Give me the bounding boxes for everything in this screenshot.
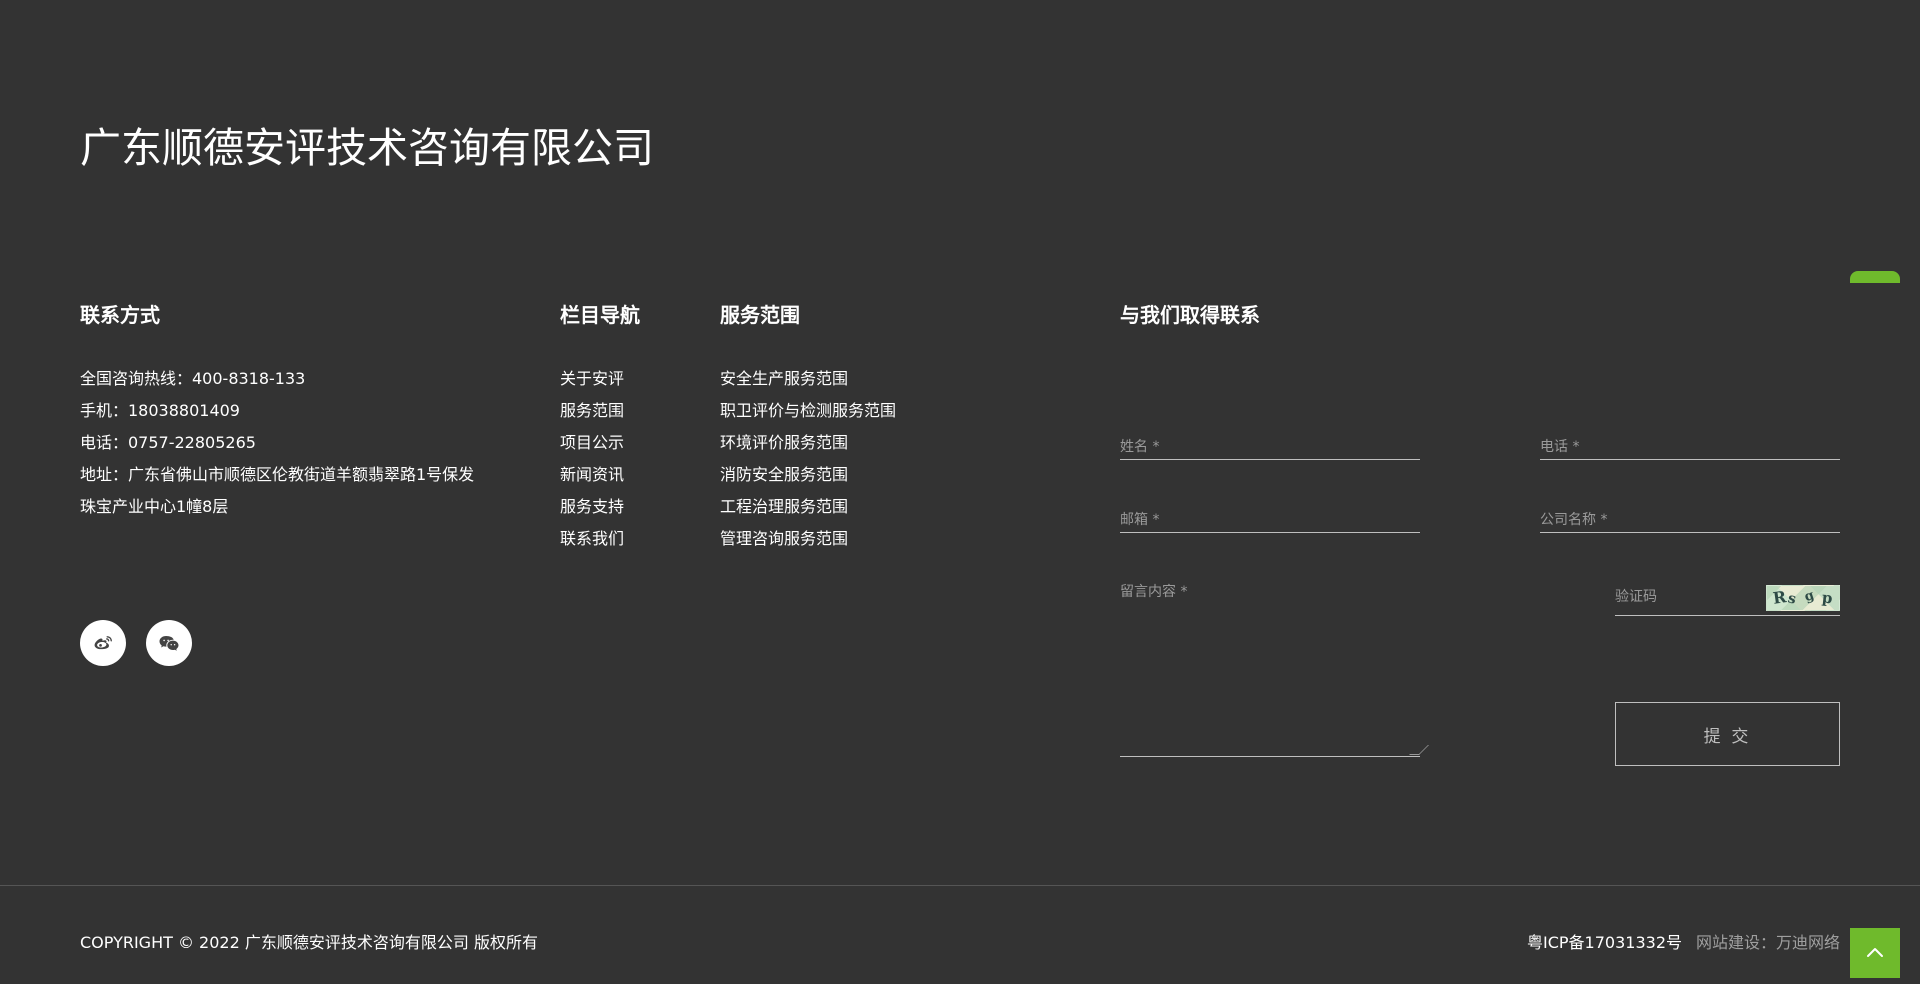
textarea-resize-handle[interactable] [1409,745,1429,755]
icp-link[interactable]: 粤ICP备17031332号 [1527,932,1682,954]
nav-list: 关于安评 服务范围 项目公示 新闻资讯 服务支持 联系我们 [560,363,624,555]
weibo-button[interactable] [80,620,126,666]
captcha-char: p [1821,588,1834,608]
service-item-engineering[interactable]: 工程治理服务范围 [720,491,896,523]
phone-field[interactable]: 电话 * [1540,437,1840,460]
nav-item-services[interactable]: 服务范围 [560,395,624,427]
company-field[interactable]: 公司名称 * [1540,510,1840,533]
service-item-environment[interactable]: 环境评价服务范围 [720,427,896,459]
service-item-fire-safety[interactable]: 消防安全服务范围 [720,459,896,491]
submit-button[interactable]: 提 交 [1615,702,1840,766]
service-item-management[interactable]: 管理咨询服务范围 [720,523,896,555]
company-name: 广东顺德安评技术咨询有限公司 [80,124,654,172]
copyright-text: COPYRIGHT © 2022 广东顺德安评技术咨询有限公司 版权所有 [80,933,538,952]
footer-divider [0,885,1920,886]
wechat-icon [159,636,179,651]
contact-form-title: 与我们取得联系 [1120,303,1260,327]
hotline-text: 全国咨询热线：400-8318-133 [80,369,306,388]
nav-item-support[interactable]: 服务支持 [560,491,624,523]
captcha-input[interactable]: 验证码 R s g p [1615,585,1840,616]
nav-section-title: 栏目导航 [560,303,640,327]
weibo-icon [94,636,112,650]
nav-item-projects[interactable]: 项目公示 [560,427,624,459]
captcha-char: s [1786,590,1798,608]
captcha-label: 验证码 [1615,589,1657,605]
back-to-top-button[interactable] [1850,928,1900,978]
nav-item-news[interactable]: 新闻资讯 [560,459,624,491]
company-field-label: 公司名称 * [1540,512,1608,528]
address-line-1: 地址：广东省佛山市顺德区伦教街道羊额翡翠路1号保发 [80,465,475,484]
builder-credit: 网站建设：万迪网络 [1695,933,1840,952]
message-textarea[interactable]: 留言内容 * [1120,582,1429,757]
email-field-label: 邮箱 * [1120,512,1160,528]
phone-text: 电话：0757-22805265 [80,433,256,452]
service-item-safety[interactable]: 安全生产服务范围 [720,363,896,395]
contact-details: 全国咨询热线：400-8318-133 手机：18038801409 电话：07… [80,363,500,523]
chevron-up-icon [1867,948,1883,957]
social-links [80,620,192,666]
nav-item-about[interactable]: 关于安评 [560,363,624,395]
captcha-char: g [1802,587,1817,606]
wechat-button[interactable] [146,620,192,666]
email-field[interactable]: 邮箱 * [1120,510,1420,533]
service-section-title: 服务范围 [720,303,800,327]
address-line-2: 珠宝产业中心1幢8层 [80,497,229,516]
mobile-text: 手机：18038801409 [80,401,240,420]
nav-item-contact[interactable]: 联系我们 [560,523,624,555]
message-label: 留言内容 * [1120,584,1188,600]
service-list: 安全生产服务范围 职卫评价与检测服务范围 环境评价服务范围 消防安全服务范围 工… [720,363,896,555]
footer-page: 广东顺德安评技术咨询有限公司 联系方式 栏目导航 服务范围 与我们取得联系 全国… [80,0,1840,984]
contact-section-title: 联系方式 [80,303,160,327]
name-field[interactable]: 姓名 * [1120,437,1420,460]
side-tab[interactable] [1850,271,1900,283]
service-item-occupational-health[interactable]: 职卫评价与检测服务范围 [720,395,896,427]
phone-field-label: 电话 * [1540,439,1580,455]
name-field-label: 姓名 * [1120,439,1160,455]
captcha-image[interactable]: R s g p [1766,585,1840,611]
